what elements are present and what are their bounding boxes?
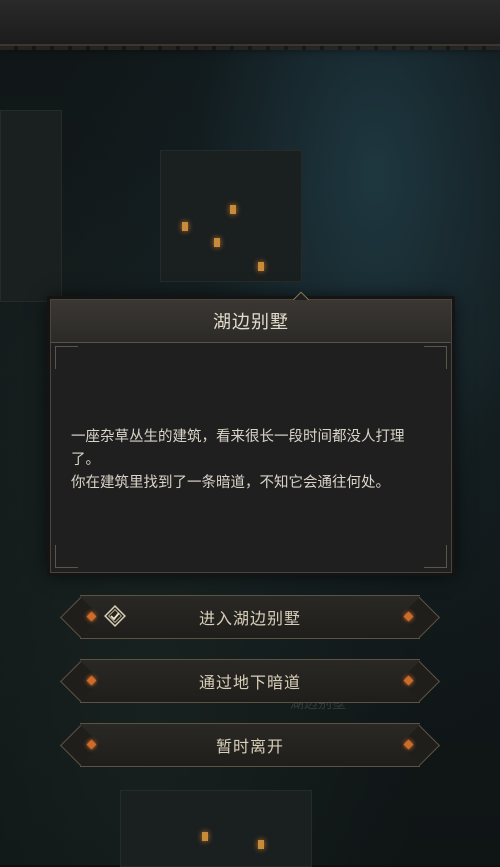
dialog-header: 湖边别墅 (51, 300, 451, 343)
gem-icon (86, 739, 97, 750)
description-paragraph: 一座杂草丛生的建筑，看来很长一段时间都没人打理了。 (71, 429, 405, 468)
corner-ornament (424, 346, 447, 369)
corner-ornament (424, 545, 447, 568)
dialog-description: 一座杂草丛生的建筑，看来很长一段时间都没人打理了。 你在建筑里找到了一条暗道，不… (71, 426, 433, 495)
town-silhouette (120, 790, 312, 867)
diamond-check-icon (104, 605, 126, 627)
leave-button[interactable]: 暂时离开 (80, 723, 420, 767)
gem-icon (403, 675, 414, 686)
gem-icon (86, 675, 97, 686)
event-dialog: 湖边别墅 一座杂草丛生的建筑，看来很长一段时间都没人打理了。 你在建筑里找到了一… (50, 291, 452, 573)
corner-ornament (55, 346, 78, 369)
tower-silhouette (0, 110, 62, 302)
gem-icon (86, 611, 97, 622)
gem-icon (403, 611, 414, 622)
dialog-title: 湖边别墅 (213, 312, 289, 333)
underground-passage-button[interactable]: 通过地下暗道 (80, 659, 420, 703)
option-label: 暂时离开 (215, 737, 284, 756)
gem-icon (403, 739, 414, 750)
corner-ornament (55, 545, 78, 568)
option-label: 进入湖边别墅 (198, 609, 301, 628)
villa-silhouette (160, 150, 302, 282)
description-paragraph: 你在建筑里找到了一条暗道，不知它会通往何处。 (71, 475, 390, 491)
top-frame-bar (0, 0, 500, 50)
option-label: 通过地下暗道 (198, 673, 301, 692)
enter-villa-button[interactable]: 进入湖边别墅 (80, 595, 420, 639)
